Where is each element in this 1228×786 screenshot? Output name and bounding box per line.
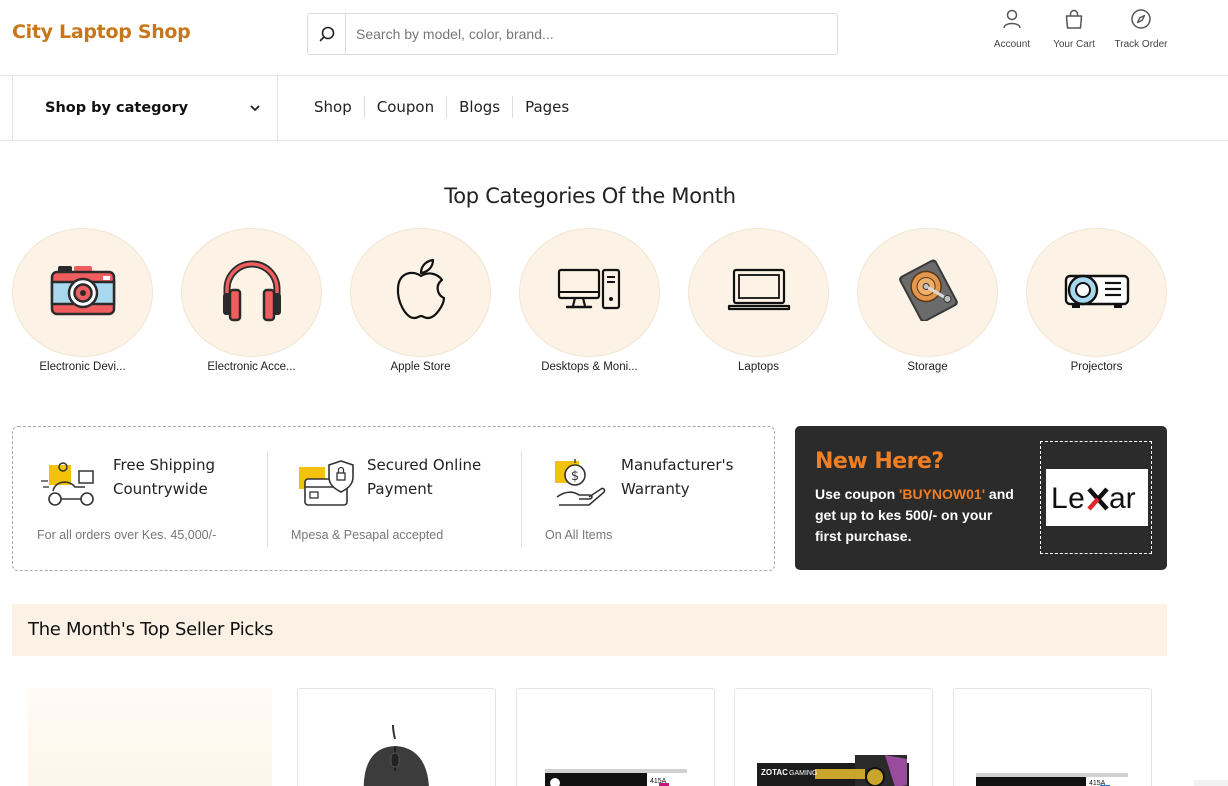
category-label: Desktops & Moni... [541,361,638,373]
category-label: Projectors [1070,361,1123,373]
svg-text:ar: ar [1109,482,1136,515]
seller-picks-header: The Month's Top Seller Picks [12,604,1167,656]
compass-icon [1130,8,1152,35]
product-card[interactable] [297,688,496,786]
category-item-apple-store[interactable]: Apple Store [350,228,491,373]
category-label: Electronic Devi... [39,361,126,373]
toner-cartridge-icon: 415A [517,725,714,786]
mouse-icon [298,724,495,786]
chevron-down-icon [249,101,261,119]
nav-item-pages[interactable]: Pages [513,96,581,118]
desktop-icon [557,268,623,317]
category-circle [181,228,322,357]
nav-menu: Shop Coupon Blogs Pages [302,96,581,118]
category-circle [12,228,153,357]
laptop-icon [727,268,791,317]
apple-icon [393,258,449,327]
category-label: Electronic Acce... [207,361,296,373]
cart-label: Your Cart [1053,39,1095,50]
search-input[interactable] [346,15,837,53]
top-categories-title: Top Categories Of the Month [444,184,736,208]
promo-heading: New Here? [815,449,944,474]
feature-title: Secured Online Payment [367,456,482,498]
camera-icon [50,262,116,323]
secure-payment-icon [295,457,355,509]
nav-item-blogs[interactable]: Blogs [447,96,512,118]
money-hand-icon: $ [549,457,609,509]
scroll-to-top-stub [1194,780,1228,786]
cart-link[interactable]: Your Cart [1046,8,1102,50]
svg-text:415A: 415A [650,778,667,785]
category-item-laptops[interactable]: Laptops [688,228,829,373]
delivery-scooter-icon [41,457,101,509]
promo-text: Use coupon 'BUYNOW01' and get up to kes … [815,484,1020,547]
feature-subtitle: On All Items [545,528,613,542]
product-card[interactable]: ZOTAC GAMING [734,688,933,786]
product-card[interactable]: 415A [516,688,715,786]
hard-drive-icon [897,259,959,326]
features-box: Free Shipping Countrywide For all orders… [12,426,775,571]
graphics-card-icon: ZOTAC GAMING [735,725,932,786]
feature-secured-payment: Secured Online Payment Mpesa & Pesapal a… [267,451,521,547]
account-link[interactable]: Account [986,8,1038,50]
svg-text:ZOTAC: ZOTAC [761,768,788,777]
feature-free-shipping: Free Shipping Countrywide For all orders… [13,451,267,547]
site-logo[interactable]: City Laptop Shop [12,21,191,43]
category-item-desktops-monitors[interactable]: Desktops & Moni... [519,228,660,373]
coupon-code: 'BUYNOW01' [899,486,986,502]
category-label: Storage [907,361,948,373]
lexar-wordmark: Le ar [1051,482,1136,515]
feature-title: Manufacturer's Warranty [621,456,734,498]
feature-subtitle: For all orders over Kes. 45,000/- [37,528,217,542]
main-navigation: Shop by category Shop Coupon Blogs Pages [0,76,1228,141]
category-label: Laptops [738,361,779,373]
svg-text:GAMING: GAMING [789,770,817,777]
category-item-electronic-accessories[interactable]: Electronic Acce... [181,228,322,373]
nav-item-shop[interactable]: Shop [302,96,364,118]
nav-item-coupon[interactable]: Coupon [365,96,446,118]
side-promo-banner[interactable] [28,688,272,786]
category-item-projectors[interactable]: Projectors [1026,228,1167,373]
shop-by-category-dropdown[interactable]: Shop by category [12,76,278,140]
seller-picks-title: The Month's Top Seller Picks [28,619,274,640]
product-card[interactable]: 415A [953,688,1152,786]
category-circle [350,228,491,357]
svg-text:415A: 415A [1089,780,1106,786]
new-here-promo[interactable]: New Here? Use coupon 'BUYNOW01' and get … [795,426,1167,570]
headphones-icon [219,257,285,328]
svg-text:$: $ [571,469,579,484]
track-order-label: Track Order [1114,39,1168,50]
feature-warranty: $ Manufacturer's Warranty On All Items [521,451,775,547]
account-label: Account [993,39,1031,50]
svg-text:Le: Le [1051,482,1085,515]
category-circle [1026,228,1167,357]
toner-cartridge-icon: 415A [954,725,1151,786]
category-dropdown-label: Shop by category [45,100,189,116]
search-bar [307,13,838,55]
lexar-logo: Le ar [1046,469,1148,526]
track-order-link[interactable]: Track Order [1109,8,1173,50]
projector-icon [1063,270,1131,315]
category-label: Apple Store [390,361,451,373]
promo-text-start: Use coupon [815,486,900,502]
category-list: Electronic Devi... Electronic Acce... Ap… [12,228,1172,378]
search-icon[interactable] [308,14,346,54]
user-icon [1001,8,1023,35]
shopping-bag-icon [1063,8,1085,35]
feature-subtitle: Mpesa & Pesapal accepted [291,528,444,542]
category-item-storage[interactable]: Storage [857,228,998,373]
brand-logo-frame: Le ar [1040,441,1152,554]
category-item-electronic-devices[interactable]: Electronic Devi... [12,228,153,373]
category-circle [519,228,660,357]
feature-title: Free Shipping Countrywide [113,456,216,498]
category-circle [688,228,829,357]
site-header: City Laptop Shop Account Your Cart Track… [0,0,1228,76]
category-circle [857,228,998,357]
